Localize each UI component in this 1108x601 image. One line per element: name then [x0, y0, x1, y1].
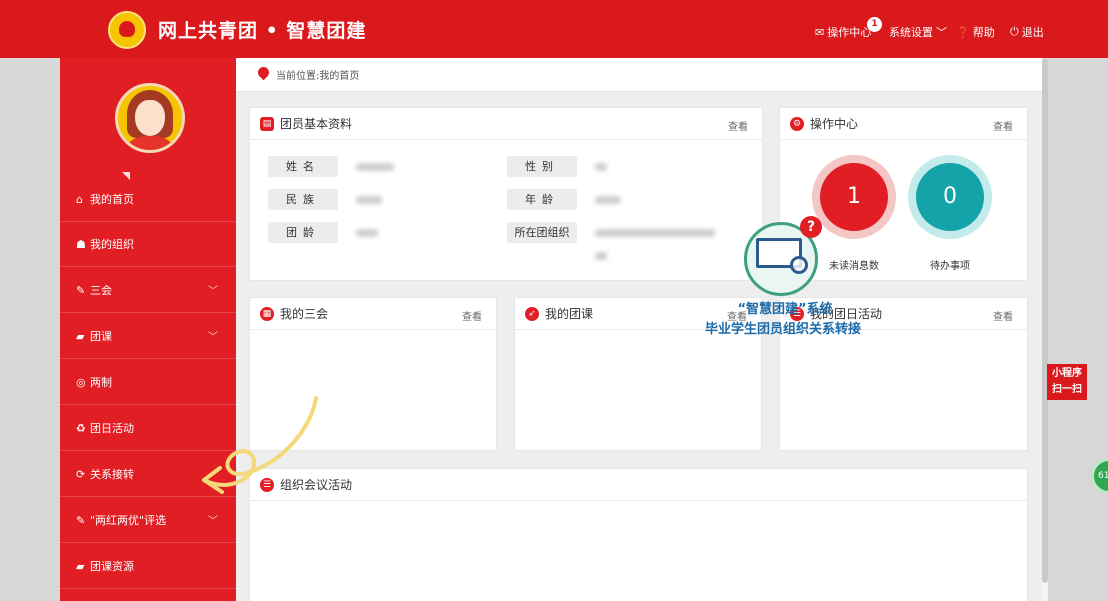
- tuanke-panel-title: 我的团课: [545, 307, 594, 321]
- nav-logout[interactable]: ⏻ 退出: [1010, 24, 1044, 40]
- chevron-down-icon: ﹀: [208, 332, 218, 343]
- sidebar-item-home[interactable]: ⌂ 我的首页: [60, 177, 236, 222]
- tuanri-view-link[interactable]: 查看: [993, 308, 1013, 323]
- mini-program-widget[interactable]: 小程序 扫一扫: [1047, 364, 1087, 400]
- league-logo-icon[interactable]: [108, 11, 146, 49]
- ops-view-link[interactable]: 查看: [993, 118, 1013, 133]
- folder-icon: ▰: [76, 329, 85, 343]
- nav-ops-center[interactable]: ✉ 操作中心: [815, 24, 871, 40]
- home-icon: ⌂: [76, 192, 83, 206]
- sidebar-item-course-resources[interactable]: ▰ 团课资源: [60, 544, 236, 589]
- field-name-label: 姓名: [268, 156, 338, 177]
- profile-view-link[interactable]: 查看: [728, 118, 748, 133]
- field-league-age-value: [356, 229, 378, 237]
- edit-icon: ✎: [76, 513, 86, 527]
- avatar[interactable]: [115, 83, 185, 153]
- field-age-label: 年龄: [507, 189, 577, 210]
- chevron-down-icon: ﹀: [208, 286, 218, 297]
- overlay-title: “智慧团建”系统: [737, 302, 833, 317]
- field-age-value: [595, 196, 621, 204]
- field-ethnicity-label: 民族: [268, 189, 338, 210]
- rocket-icon: ➶: [525, 306, 539, 321]
- question-icon: ?: [800, 216, 822, 238]
- sidebar-item-sanhui[interactable]: ✎ 三会 ﹀: [60, 268, 236, 313]
- field-gender-value: [595, 163, 607, 171]
- chevron-down-icon: ﹀: [208, 516, 218, 527]
- ops-panel-title: 操作中心: [810, 117, 859, 131]
- annotation-arrow-icon: [202, 396, 318, 494]
- id-card-icon: ▤: [260, 116, 274, 131]
- magnifier-icon: [790, 256, 808, 274]
- field-org-value: [595, 229, 715, 237]
- field-org-value-2: [595, 252, 607, 260]
- todo-circle[interactable]: 0: [908, 155, 992, 239]
- power-icon: ⏻: [1010, 25, 1019, 38]
- field-gender-label: 性别: [507, 156, 577, 177]
- gear-icon: ⚙: [790, 116, 804, 131]
- folder-icon: ▰: [76, 559, 85, 573]
- field-name-value: [356, 163, 394, 171]
- sidebar-item-tuanke[interactable]: ▰ 团课 ﹀: [60, 314, 236, 359]
- target-icon: ◎: [76, 375, 86, 389]
- unread-messages-circle[interactable]: 1: [812, 155, 896, 239]
- mail-icon: ✉: [815, 25, 825, 39]
- top-header: 网上共青团 • 智慧团建 ✉ 操作中心 1 系统设置 ﹀ ❓ 帮助 ⏻ 退出: [0, 0, 1108, 58]
- profile-panel-title: 团员基本资料: [280, 117, 353, 131]
- todo-label: 待办事项: [930, 261, 970, 272]
- field-org-label: 所在团组织: [507, 222, 577, 243]
- refresh-icon: ⟳: [76, 467, 86, 481]
- sanhui-view-link[interactable]: 查看: [462, 308, 482, 323]
- field-ethnicity-value: [356, 196, 382, 204]
- sidebar: ⌂ 我的首页 ☗ 我的组织 ✎ 三会 ﹀ ▰ 团课 ﹀ ◎ 两制 ♻ 团日活动 ⟳ 关系接转 …: [60, 58, 236, 601]
- sidebar-item-my-org[interactable]: ☗ 我的组织: [60, 222, 236, 267]
- unread-messages-label: 未读消息数: [829, 261, 879, 272]
- edit-icon: ✎: [76, 283, 86, 297]
- main-content: 当前位置:我的首页 ▤ 团员基本资料 查看 姓名 性别 民族 年龄 团龄 所在团…: [236, 58, 1042, 601]
- help-icon: ❓: [956, 25, 970, 39]
- field-league-age-label: 团龄: [268, 222, 338, 243]
- site-title: 网上共青团 • 智慧团建: [158, 20, 367, 42]
- users-icon: ☗: [76, 237, 86, 251]
- recycle-icon: ♻: [76, 421, 86, 435]
- location-pin-icon: [255, 64, 272, 81]
- sanhui-panel-title: 我的三会: [280, 307, 329, 321]
- main-scrollbar[interactable]: [1042, 58, 1048, 601]
- nav-system-settings[interactable]: 系统设置 ﹀: [889, 24, 947, 40]
- meeting-icon: ▦: [260, 306, 274, 321]
- profile-panel: ▤ 团员基本资料 查看 姓名 性别 民族 年龄 团龄 所在团组织: [249, 107, 763, 281]
- overlay-subtitle: 毕业学生团员组织关系转接: [704, 322, 861, 337]
- sidebar-item-lianghong[interactable]: ✎ "两红两优"评选 ﹀: [60, 498, 236, 543]
- chevron-down-icon: ﹀: [936, 26, 947, 39]
- meeting-panel: ☰ 组织会议活动: [249, 468, 1028, 601]
- nav-help[interactable]: ❓ 帮助: [956, 24, 995, 40]
- float-ball[interactable]: 61: [1091, 458, 1108, 494]
- ops-center-badge: 1: [867, 17, 882, 32]
- scroll-thumb[interactable]: [1042, 58, 1048, 583]
- breadcrumb: 当前位置:我的首页: [236, 58, 1042, 92]
